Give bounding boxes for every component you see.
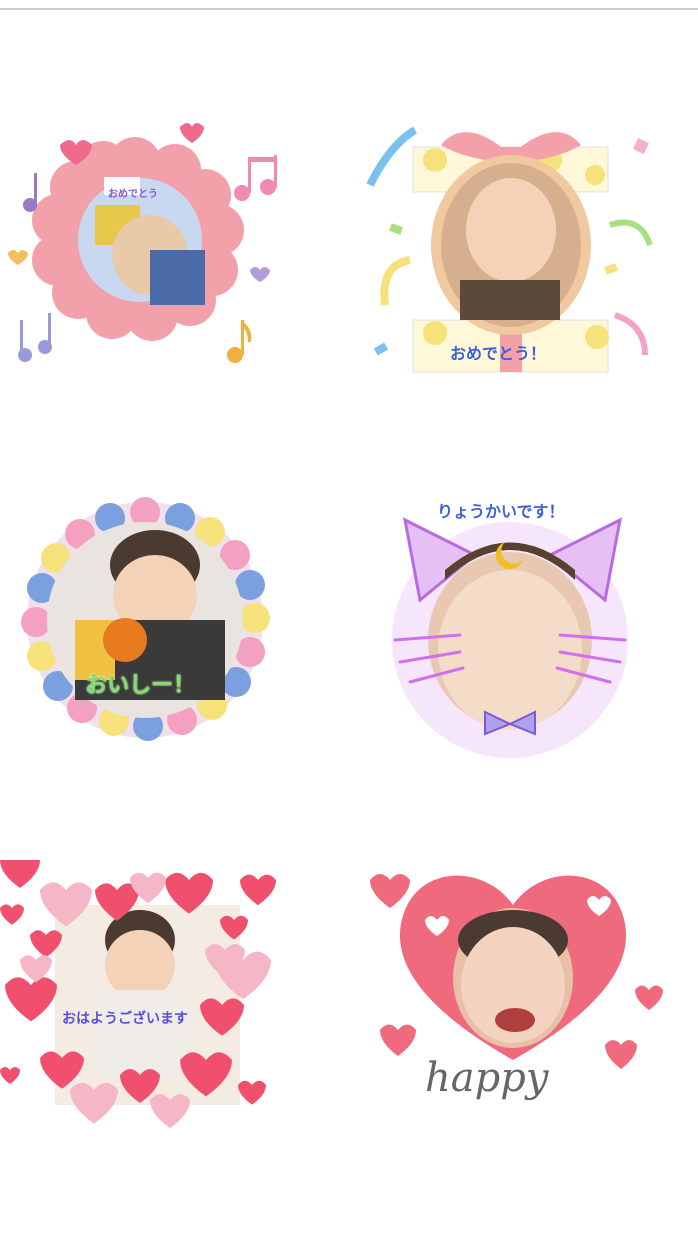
sticker-5[interactable]: おはようございます	[0, 860, 300, 1150]
sticker-6-caption: happy	[425, 1055, 549, 1101]
sticker-2[interactable]: おめでとう！	[365, 115, 665, 405]
flower-frame-icon	[8, 123, 277, 363]
sticker-3-caption: おいしー！	[85, 673, 196, 698]
sticker-2-caption: おめでとう！	[450, 344, 547, 363]
sticker-4[interactable]: りょうかいです！	[365, 490, 665, 780]
dot-circle-frame-icon	[21, 497, 270, 741]
sticker-6[interactable]: happy	[365, 860, 665, 1150]
big-heart-frame-icon	[370, 874, 663, 1069]
cat-ears-frame-icon	[392, 517, 628, 758]
sticker-5-caption: おはようございます	[62, 1011, 188, 1027]
top-divider	[0, 8, 698, 10]
sticker-1-caption: おめでとう	[108, 189, 158, 200]
sticker-3[interactable]: おいしー！	[0, 490, 300, 780]
sticker-4-caption: りょうかいです！	[437, 502, 565, 521]
hearts-frame-icon	[0, 860, 276, 1128]
sticker-1[interactable]: おめでとう	[0, 115, 300, 405]
